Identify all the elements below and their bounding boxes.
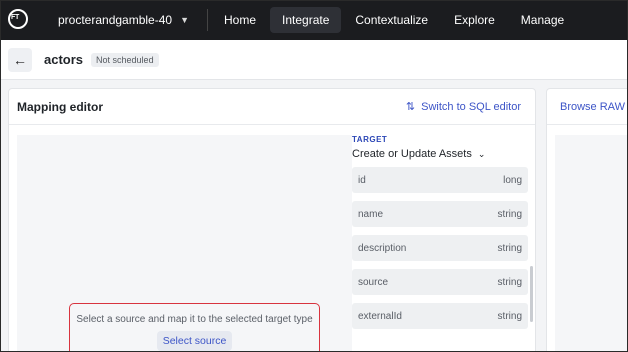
target-field-row[interactable]: description string: [352, 235, 528, 261]
main-nav: Home Integrate Contextualize Explore Man…: [212, 0, 578, 40]
field-type: string: [497, 276, 522, 288]
field-type: long: [503, 174, 522, 186]
chevron-down-icon: ▼: [180, 15, 189, 25]
page-subheader: ← actors Not scheduled: [0, 40, 628, 80]
scrollbar-thumb[interactable]: [530, 266, 533, 322]
select-source-prompt: Select a source and map it to the select…: [69, 303, 320, 352]
schedule-status-badge: Not scheduled: [91, 52, 159, 67]
nav-item-contextualize[interactable]: Contextualize: [343, 7, 440, 33]
app-logo-icon[interactable]: FT: [8, 9, 30, 31]
target-field-row[interactable]: id long: [352, 167, 528, 193]
chevron-down-icon: ⌄: [477, 148, 486, 159]
project-selector[interactable]: procterandgamble-40 ▼: [58, 13, 189, 27]
browse-raw-button[interactable]: Browse RAW: [560, 101, 625, 113]
target-label: TARGET: [352, 135, 388, 144]
field-name: id: [358, 174, 366, 186]
arrow-left-icon: ←: [13, 51, 27, 68]
field-type: string: [497, 310, 522, 322]
field-name: externalId: [358, 310, 402, 322]
nav-item-explore[interactable]: Explore: [442, 7, 507, 33]
panel-title: Mapping editor: [17, 99, 103, 114]
target-type-value: Create or Update Assets: [352, 148, 472, 160]
mapping-editor-panel: Mapping editor ⇅ Switch to SQL editor Se…: [8, 88, 536, 352]
field-type: string: [497, 208, 522, 220]
raw-panel-body: [555, 135, 628, 352]
select-source-button[interactable]: Select source: [156, 331, 233, 351]
back-button[interactable]: ←: [8, 47, 32, 72]
nav-item-manage[interactable]: Manage: [509, 7, 576, 33]
target-field-row[interactable]: externalId string: [352, 303, 528, 329]
field-name: description: [358, 242, 407, 254]
target-type-dropdown[interactable]: Create or Update Assets ⌄: [352, 148, 529, 160]
nav-item-home[interactable]: Home: [212, 7, 268, 33]
page-title: actors: [44, 52, 84, 67]
field-type: string: [497, 242, 522, 254]
target-field-row[interactable]: name string: [352, 201, 528, 227]
nav-item-integrate[interactable]: Integrate: [270, 7, 342, 33]
source-area: Select a source and map it to the select…: [17, 135, 352, 352]
nav-divider: [207, 9, 208, 31]
top-navigation-bar: FT procterandgamble-40 ▼ Home Integrate …: [0, 0, 628, 40]
switch-arrows-icon: ⇅: [405, 101, 416, 113]
empty-state-message: Select a source and map it to the select…: [76, 314, 313, 325]
field-name: name: [358, 208, 384, 220]
target-column: TARGET Create or Update Assets ⌄ id long…: [352, 135, 529, 337]
project-name: procterandgamble-40: [58, 13, 173, 27]
target-field-list: id long name string description string s…: [352, 167, 529, 329]
raw-browser-panel: Browse RAW: [546, 88, 628, 352]
switch-to-sql-editor-button[interactable]: ⇅ Switch to SQL editor: [405, 100, 521, 114]
switch-to-sql-editor-label: Switch to SQL editor: [421, 100, 521, 113]
target-field-row[interactable]: source string: [352, 269, 528, 295]
mapping-editor-header: Mapping editor ⇅ Switch to SQL editor: [9, 89, 535, 125]
raw-panel-header: Browse RAW: [547, 89, 628, 125]
field-name: source: [358, 276, 389, 288]
